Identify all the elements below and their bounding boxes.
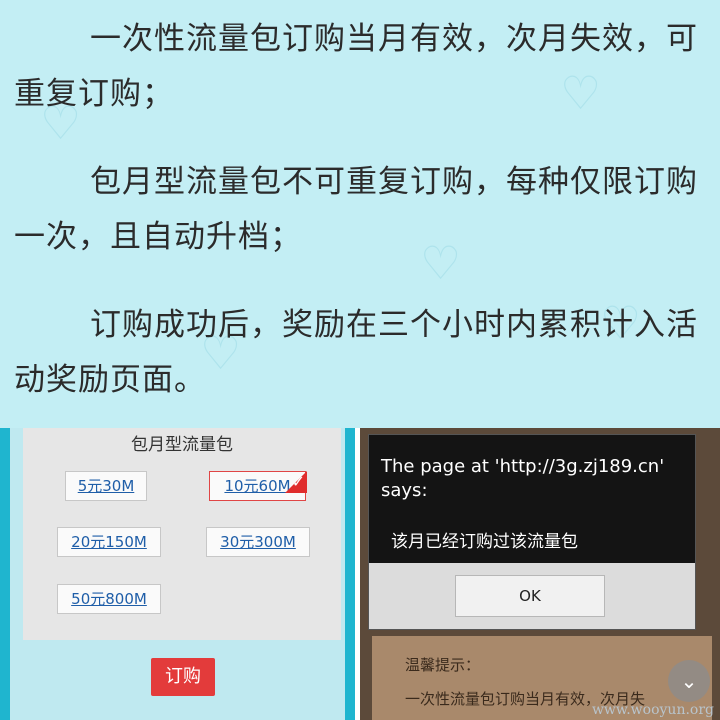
package-label: 30元300M: [220, 533, 296, 551]
alert-screen: 温馨提示： 一次性流量包订购当月有效，次月失 The page at 'http…: [360, 428, 720, 720]
package-option-10yuan[interactable]: 10元60M ✓: [209, 471, 307, 501]
rules-panel: ♡ ♡ ♡ ♡ ♡ 一次性流量包订购当月有效，次月失效，可重复订购； 包月型流量…: [0, 0, 720, 428]
package-option-20yuan[interactable]: 20元150M: [57, 527, 161, 557]
package-label: 10元60M: [224, 477, 291, 495]
chevron-down-icon[interactable]: ⌄: [668, 660, 710, 702]
package-label: 20元150M: [71, 533, 147, 551]
dialog-title: The page at 'http://3g.zj189.cn' says:: [381, 456, 665, 501]
ok-button[interactable]: OK: [455, 575, 605, 617]
alert-dialog: The page at 'http://3g.zj189.cn' says: 该…: [368, 434, 696, 630]
rule-paragraph-3: 订购成功后，奖励在三个小时内累积计入活动奖励页面。: [14, 307, 698, 398]
package-option-30yuan[interactable]: 30元300M: [206, 527, 310, 557]
section-title: 包月型流量包: [131, 435, 233, 455]
right-edge-bar: [345, 428, 355, 720]
dialog-footer: OK: [369, 563, 695, 629]
hint-title: 温馨提示：: [405, 656, 481, 674]
order-button[interactable]: 订购: [151, 658, 215, 696]
package-option-5yuan[interactable]: 5元30M: [65, 471, 147, 501]
package-option-50yuan[interactable]: 50元800M: [57, 584, 161, 614]
package-label: 5元30M: [77, 477, 135, 495]
watermark: www.wooyun.org: [591, 702, 714, 718]
rule-paragraph-1: 一次性流量包订购当月有效，次月失效，可重复订购；: [14, 21, 698, 112]
left-edge-bar: [0, 428, 10, 720]
package-label: 50元800M: [71, 590, 147, 608]
rule-paragraph-2: 包月型流量包不可重复订购，每种仅限订购一次，且自动升档；: [14, 164, 698, 255]
package-card: 包月型流量包 5元30M 10元60M ✓ 20元150M 30元300M 50…: [23, 428, 341, 640]
dialog-message: 该月已经订购过该流量包: [391, 532, 578, 552]
package-selection-screen: 包月型流量包 5元30M 10元60M ✓ 20元150M 30元300M 50…: [0, 428, 355, 720]
